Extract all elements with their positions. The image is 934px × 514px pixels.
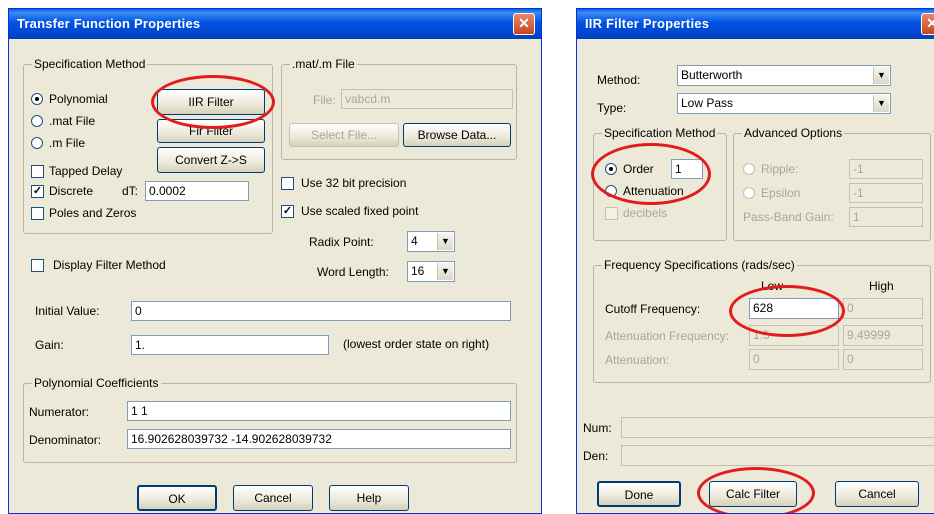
radix-label: Radix Point:	[309, 235, 374, 249]
use-32bit-label: Use 32 bit precision	[301, 176, 407, 190]
convert-z-s-button[interactable]: Convert Z->S	[157, 147, 265, 173]
word-length-value: 16	[411, 264, 425, 278]
method-value: Butterworth	[681, 68, 743, 82]
epsilon-radio[interactable]	[743, 187, 755, 199]
method-dropdown[interactable]: Butterworth ▼	[677, 65, 891, 86]
type-label: Type:	[597, 101, 627, 115]
tapped-delay-label: Tapped Delay	[49, 164, 123, 178]
dt-label: dT:	[122, 184, 139, 198]
ripple-label: Ripple:	[761, 162, 799, 176]
gain-input[interactable]: 1.	[131, 335, 329, 355]
dialog-title: IIR Filter Properties	[585, 16, 710, 31]
discrete-checkbox[interactable]: ✓	[31, 185, 44, 198]
denominator-input[interactable]: 16.902628039732 -14.902628039732	[127, 429, 511, 449]
group-title: Frequency Specifications (rads/sec)	[602, 258, 797, 272]
numerator-input[interactable]: 1 1	[127, 401, 511, 421]
tapped-delay-checkbox[interactable]	[31, 165, 44, 178]
group-title: Specification Method	[602, 126, 718, 140]
ripple-input[interactable]: -1	[849, 159, 923, 179]
display-filter-label: Display Filter Method	[53, 258, 166, 272]
polynomial-label: Polynomial	[49, 92, 108, 106]
use-scaled-label: Use scaled fixed point	[301, 204, 419, 218]
title-bar[interactable]: Transfer Function Properties	[9, 9, 541, 39]
ok-button[interactable]: OK	[137, 485, 217, 511]
mat-file-radio[interactable]	[31, 115, 43, 127]
title-bar[interactable]: IIR Filter Properties	[577, 9, 934, 39]
m-file-radio[interactable]	[31, 137, 43, 149]
type-value: Low Pass	[681, 96, 734, 110]
den-display	[621, 445, 934, 466]
type-dropdown[interactable]: Low Pass ▼	[677, 93, 891, 114]
num-display	[621, 417, 934, 438]
dt-input[interactable]: 0.0002	[145, 181, 249, 201]
transfer-function-dialog: Transfer Function Properties ✕ Specifica…	[8, 8, 542, 514]
group-title: Polynomial Coefficients	[32, 376, 161, 390]
initial-value-label: Initial Value:	[35, 304, 100, 318]
epsilon-label: Epsilon	[761, 186, 801, 200]
use-scaled-checkbox[interactable]: ✓	[281, 205, 294, 218]
help-button[interactable]: Help	[329, 485, 409, 511]
decibels-checkbox[interactable]	[605, 207, 618, 220]
iir-filter-dialog: IIR Filter Properties ✕ Method: Butterwo…	[576, 8, 934, 514]
denominator-label: Denominator:	[29, 433, 102, 447]
group-title: Advanced Options	[742, 126, 845, 140]
initial-value-input[interactable]: 0	[131, 301, 511, 321]
radix-value: 4	[411, 234, 418, 248]
poles-zeros-checkbox[interactable]	[31, 207, 44, 220]
close-button[interactable]: ✕	[921, 13, 934, 35]
word-length-dropdown[interactable]: 16 ▼	[407, 261, 455, 282]
gain-note: (lowest order state on right)	[343, 337, 490, 351]
word-length-label: Word Length:	[317, 265, 389, 279]
annotation-ellipse	[591, 143, 711, 205]
cutoff-label: Cutoff Frequency:	[605, 302, 701, 316]
passband-input[interactable]: 1	[849, 207, 923, 227]
chevron-down-icon[interactable]: ▼	[437, 263, 453, 280]
radix-dropdown[interactable]: 4 ▼	[407, 231, 455, 252]
epsilon-input[interactable]: -1	[849, 183, 923, 203]
atten-freq-high-input[interactable]: 9.49999	[843, 325, 923, 346]
method-label: Method:	[597, 73, 641, 87]
decibels-label: decibels	[623, 206, 668, 220]
poles-zeros-label: Poles and Zeros	[49, 206, 137, 220]
chevron-down-icon[interactable]: ▼	[873, 95, 889, 112]
m-file-label: .m File	[49, 136, 85, 150]
file-label: File:	[313, 93, 336, 107]
cancel-button[interactable]: Cancel	[233, 485, 313, 511]
mat-file-label: .mat File	[49, 114, 96, 128]
annotation-ellipse	[151, 75, 275, 129]
close-button[interactable]: ✕	[513, 13, 535, 35]
num-label: Num:	[583, 421, 612, 435]
group-title: Specification Method	[32, 57, 148, 71]
use-32bit-checkbox[interactable]	[281, 177, 294, 190]
attenuation-value-label: Attenuation:	[605, 353, 670, 367]
dialog-title: Transfer Function Properties	[17, 16, 201, 31]
den-label: Den:	[583, 449, 609, 463]
chevron-down-icon[interactable]: ▼	[873, 67, 889, 84]
display-filter-checkbox[interactable]	[31, 259, 44, 272]
ripple-radio[interactable]	[743, 163, 755, 175]
numerator-label: Numerator:	[29, 405, 90, 419]
browse-data-button[interactable]: Browse Data...	[403, 123, 511, 147]
gain-label: Gain:	[35, 338, 64, 352]
select-file-button[interactable]: Select File...	[289, 123, 399, 147]
cancel-button[interactable]: Cancel	[835, 481, 919, 507]
done-button[interactable]: Done	[597, 481, 681, 507]
discrete-label: Discrete	[49, 184, 94, 198]
annotation-ellipse	[729, 285, 845, 337]
high-header: High	[869, 279, 894, 293]
atten-freq-label: Attenuation Frequency:	[605, 329, 730, 343]
passband-label: Pass-Band Gain:	[743, 210, 834, 224]
attenuation-high-input[interactable]: 0	[843, 349, 923, 370]
group-title: .mat/.m File	[290, 57, 357, 71]
annotation-ellipse	[697, 467, 815, 513]
polynomial-coefficients-group: Polynomial Coefficients	[23, 376, 517, 463]
polynomial-radio[interactable]	[31, 93, 43, 105]
chevron-down-icon[interactable]: ▼	[437, 233, 453, 250]
attenuation-low-input[interactable]: 0	[749, 349, 839, 370]
cutoff-high-input[interactable]: 0	[843, 298, 923, 319]
file-input[interactable]: vabcd.m	[341, 89, 513, 109]
